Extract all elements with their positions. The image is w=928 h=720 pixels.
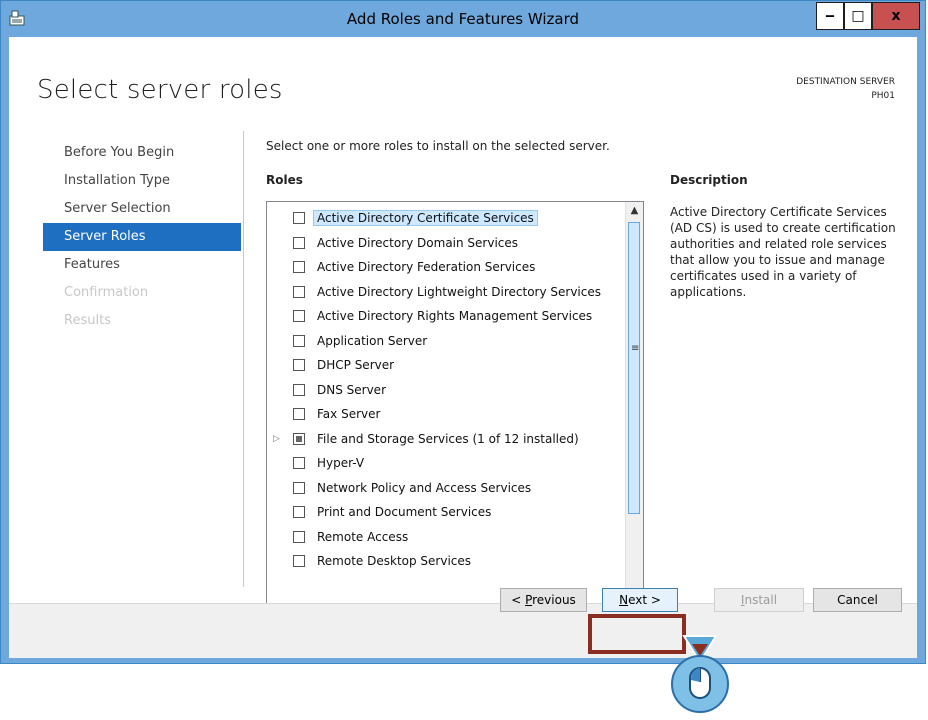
role-list-item[interactable]: Fax Server: [267, 402, 623, 427]
nav-item-confirmation: Confirmation: [64, 285, 149, 300]
role-checkbox[interactable]: [293, 530, 305, 543]
role-checkbox[interactable]: [293, 383, 305, 396]
roles-header: Roles: [266, 173, 303, 187]
destination-server-label: DESTINATION SERVER: [796, 77, 895, 87]
role-label: Active Directory Lightweight Directory S…: [317, 284, 601, 299]
mouse-click-pointer-icon: [671, 635, 729, 713]
role-label: Application Server: [317, 333, 428, 348]
role-label: Remote Desktop Services: [317, 554, 472, 569]
close-button[interactable]: x: [872, 2, 920, 30]
scroll-up-icon[interactable]: ▲: [626, 202, 643, 219]
role-checkbox[interactable]: [293, 432, 305, 445]
role-list-item[interactable]: ▷ File and Storage Services (1 of 12 inst…: [267, 427, 623, 452]
role-checkbox[interactable]: [293, 310, 305, 323]
role-list-item[interactable]: Active Directory Certificate Services: [267, 206, 623, 231]
nav-item-server-roles[interactable]: Server Roles: [43, 223, 241, 251]
nav-item-results: Results: [64, 313, 111, 328]
wizard-window: Add Roles and Features Wizard ‒ □ x Sele…: [0, 0, 926, 664]
title-bar[interactable]: Add Roles and Features Wizard ‒ □ x: [1, 1, 925, 37]
role-label: Remote Access: [317, 529, 409, 544]
role-label: Network Policy and Access Services: [317, 480, 532, 495]
role-checkbox[interactable]: [293, 334, 305, 347]
role-checkbox[interactable]: [293, 457, 305, 470]
role-list-item[interactable]: Active Directory Lightweight Directory S…: [267, 280, 623, 305]
roles-tree-list[interactable]: Active Directory Certificate Services Act…: [266, 201, 644, 619]
role-list-item[interactable]: Remote Desktop Services: [267, 549, 623, 574]
role-label: File and Storage Services (1 of 12 insta…: [317, 431, 579, 446]
page-title: Select server roles: [37, 75, 283, 105]
role-label: DHCP Server: [317, 358, 395, 373]
instruction-text: Select one or more roles to install on t…: [266, 139, 610, 153]
role-list-item[interactable]: Active Directory Domain Services: [267, 231, 623, 256]
maximize-icon: □: [851, 8, 865, 24]
role-label: Hyper-V: [317, 456, 365, 471]
role-list-item[interactable]: Active Directory Rights Management Servi…: [267, 304, 623, 329]
scroll-grip-icon: ≡: [631, 343, 640, 354]
role-label: Active Directory Federation Services: [317, 260, 536, 275]
nav-item-server-selection[interactable]: Server Selection: [43, 195, 241, 223]
role-checkbox[interactable]: [293, 236, 305, 249]
role-list-item[interactable]: Print and Document Services: [267, 500, 623, 525]
roles-scrollbar[interactable]: ▲ ≡ ▼: [625, 202, 643, 618]
nav-item-features[interactable]: Features: [43, 251, 241, 279]
install-button: Install: [714, 588, 804, 612]
destination-server-value: PH01: [871, 91, 895, 101]
roles-list-items: Active Directory Certificate Services Act…: [267, 206, 623, 574]
role-list-item[interactable]: Remote Access: [267, 525, 623, 550]
minimize-button[interactable]: ‒: [816, 2, 844, 30]
role-checkbox[interactable]: [293, 359, 305, 372]
role-checkbox[interactable]: [293, 212, 305, 225]
role-list-item[interactable]: Network Policy and Access Services: [267, 476, 623, 501]
role-checkbox[interactable]: [293, 555, 305, 568]
next-button[interactable]: Next >: [602, 588, 678, 612]
role-checkbox[interactable]: [293, 285, 305, 298]
close-icon: x: [891, 8, 901, 24]
minimize-icon: ‒: [825, 8, 835, 24]
role-label: Active Directory Domain Services: [317, 235, 519, 250]
nav-divider: [243, 131, 244, 587]
nav-item-installation-type[interactable]: Installation Type: [43, 167, 241, 195]
wizard-steps-nav: Before You Begin Installation Type Serve…: [43, 139, 241, 335]
scrollbar-thumb[interactable]: [628, 222, 640, 514]
role-label: Active Directory Certificate Services: [313, 210, 538, 227]
role-checkbox[interactable]: [293, 261, 305, 274]
role-checkbox[interactable]: [293, 481, 305, 494]
install-button-label: Install: [740, 593, 778, 607]
role-list-item[interactable]: Active Directory Federation Services: [267, 255, 623, 280]
maximize-button[interactable]: □: [844, 2, 872, 30]
description-text: Active Directory Certificate Services (A…: [670, 205, 896, 299]
wizard-client-area: Select server roles DESTINATION SERVER P…: [9, 37, 917, 658]
role-label: DNS Server: [317, 382, 386, 397]
window-title: Add Roles and Features Wizard: [346, 10, 580, 28]
cancel-button[interactable]: Cancel: [813, 588, 902, 612]
cancel-button-label: Cancel: [837, 593, 878, 607]
previous-button-label: < Previous: [511, 593, 576, 607]
role-list-item[interactable]: Application Server: [267, 329, 623, 354]
previous-button[interactable]: < Previous: [500, 588, 587, 612]
role-list-item[interactable]: DHCP Server: [267, 353, 623, 378]
role-label: Active Directory Rights Management Servi…: [317, 309, 593, 324]
role-label: Fax Server: [317, 407, 381, 422]
description-header: Description: [670, 173, 748, 187]
nav-item-before-you-begin[interactable]: Before You Begin: [43, 139, 241, 167]
role-checkbox[interactable]: [293, 506, 305, 519]
role-list-item[interactable]: Hyper-V: [267, 451, 623, 476]
next-button-label: Next >: [619, 593, 661, 607]
role-label: Print and Document Services: [317, 505, 492, 520]
role-list-item[interactable]: DNS Server: [267, 378, 623, 403]
role-checkbox[interactable]: [293, 408, 305, 421]
expand-arrow-icon[interactable]: ▷: [273, 434, 287, 444]
